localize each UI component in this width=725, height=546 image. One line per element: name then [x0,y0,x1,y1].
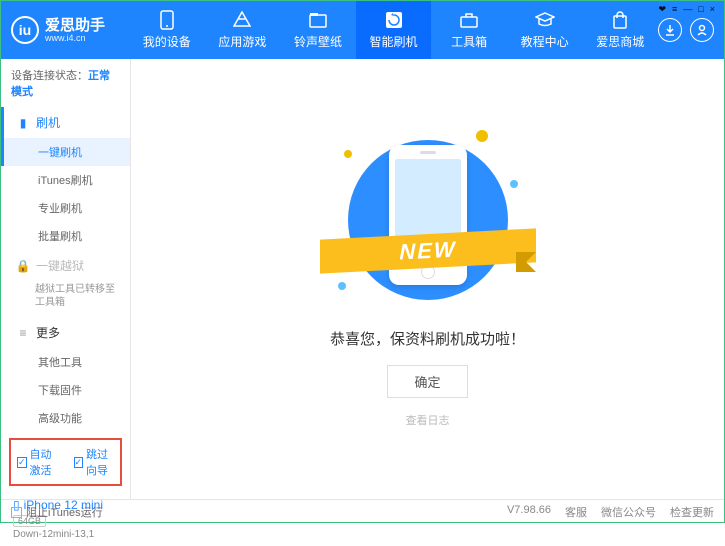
minimize-icon[interactable]: — [683,4,692,15]
phone-icon: ▮ [16,116,30,130]
main-content: NEW 恭喜您，保资料刷机成功啦！ 确定 查看日志 [131,59,724,499]
user-button[interactable] [690,18,714,42]
phone-icon [157,10,177,30]
customer-service-link[interactable]: 客服 [565,504,587,520]
logo-icon: iu [11,16,39,44]
nav-ringtones[interactable]: 铃声壁纸 [280,1,356,59]
bag-icon [610,10,630,30]
options-highlight: ✓自动激活 ✓跳过向导 [9,438,122,486]
sidebar: 设备连接状态：正常模式 ▮ 刷机 一键刷机 iTunes刷机 专业刷机 批量刷机… [1,59,131,499]
wechat-link[interactable]: 微信公众号 [601,504,656,520]
graduation-icon [535,10,555,30]
sidebar-one-click-flash[interactable]: 一键刷机 [1,138,130,166]
refresh-icon [384,10,404,30]
sidebar-pro-flash[interactable]: 专业刷机 [1,194,130,222]
connection-status: 设备连接状态：正常模式 [1,59,130,107]
ribbon-label: NEW [320,228,536,273]
block-itunes-checkbox[interactable]: 阻止iTunes运行 [11,504,103,520]
header: iu 爱思助手 www.i4.cn 我的设备 应用游戏 铃声壁纸 智能刷机 工具… [1,1,724,59]
version-label: V7.98.66 [507,504,551,520]
app-subtitle: www.i4.cn [45,33,105,43]
skip-guide-checkbox[interactable]: ✓跳过向导 [74,446,115,478]
more-icon: ≡ [16,326,30,340]
maximize-icon[interactable]: □ [698,4,703,15]
header-right [658,18,714,42]
sidebar-batch-flash[interactable]: 批量刷机 [1,222,130,250]
sidebar-other-tools[interactable]: 其他工具 [1,348,130,376]
logo[interactable]: iu 爱思助手 www.i4.cn [11,16,129,44]
sidebar-advanced[interactable]: 高级功能 [1,404,130,432]
device-down: Down-12mini-13,1 [13,529,118,540]
folder-icon [308,10,328,30]
success-illustration: NEW [338,130,518,310]
main-nav: 我的设备 应用游戏 铃声壁纸 智能刷机 工具箱 教程中心 爱思商城 [129,1,658,59]
window-controls: ❤ ≡ — □ × [658,4,715,15]
sidebar-flash[interactable]: ▮ 刷机 [1,107,130,138]
ok-button[interactable]: 确定 [387,365,467,398]
sidebar-more[interactable]: ≡ 更多 [1,317,130,348]
nav-my-device[interactable]: 我的设备 [129,1,205,59]
nav-store[interactable]: 爱思商城 [582,1,658,59]
nav-tutorials[interactable]: 教程中心 [507,1,583,59]
app-title: 爱思助手 [45,18,105,33]
apps-icon [232,10,252,30]
auto-activate-checkbox[interactable]: ✓自动激活 [17,446,58,478]
check-update-link[interactable]: 检查更新 [670,504,714,520]
view-log-link[interactable]: 查看日志 [406,412,450,428]
nav-flash[interactable]: 智能刷机 [356,1,432,59]
nav-apps[interactable]: 应用游戏 [205,1,281,59]
gift-icon[interactable]: ❤ [658,4,666,15]
nav-toolbox[interactable]: 工具箱 [431,1,507,59]
lock-icon: 🔒 [16,259,30,273]
sidebar-download-firmware[interactable]: 下载固件 [1,376,130,404]
download-button[interactable] [658,18,682,42]
jailbreak-note: 越狱工具已转移至工具箱 [1,281,130,317]
success-message: 恭喜您，保资料刷机成功啦！ [330,328,525,349]
toolbox-icon [459,10,479,30]
menu-icon[interactable]: ≡ [672,4,677,15]
close-icon[interactable]: × [710,4,715,15]
sidebar-jailbreak[interactable]: 🔒 一键越狱 [1,250,130,281]
sidebar-itunes-flash[interactable]: iTunes刷机 [1,166,130,194]
